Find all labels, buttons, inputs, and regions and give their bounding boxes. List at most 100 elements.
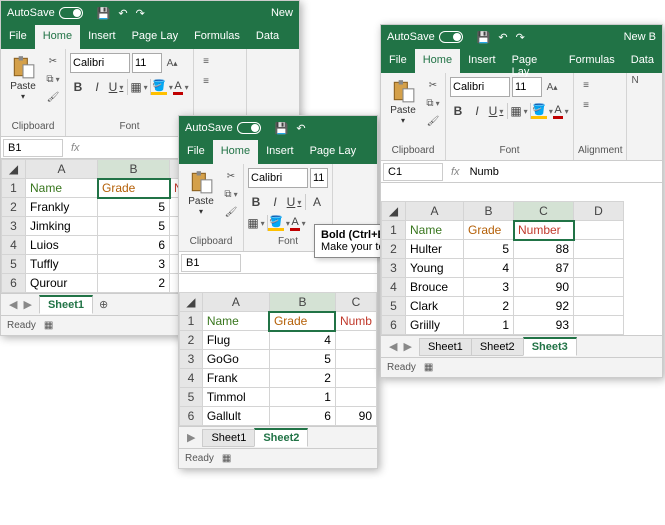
undo-icon[interactable]: ↶	[118, 7, 127, 20]
redo-icon[interactable]: ↷	[136, 7, 145, 20]
tab-file[interactable]: File	[381, 49, 415, 73]
font-size-select[interactable]	[310, 168, 328, 188]
col-header-b[interactable]: B	[464, 202, 514, 221]
prev-sheet-icon[interactable]: ◀	[9, 298, 17, 311]
tab-pagelayout[interactable]: Page Lay	[302, 140, 364, 164]
col-header-a[interactable]: A	[406, 202, 464, 221]
italic-button[interactable]: I	[267, 193, 283, 211]
cell-selected[interactable]: Grade	[269, 312, 335, 331]
fx-icon[interactable]: fx	[65, 142, 86, 154]
border-button[interactable]: ▦	[511, 102, 527, 120]
paste-button[interactable]: Paste▾	[183, 168, 219, 216]
autosave-toggle[interactable]: AutoSave	[387, 31, 463, 43]
next-sheet-icon[interactable]: ▶	[403, 340, 411, 353]
border-button[interactable]: ▦	[248, 214, 264, 232]
fill-color-button[interactable]: 🪣	[271, 214, 287, 232]
save-icon[interactable]: 💾	[275, 122, 289, 135]
underline-button[interactable]: U	[488, 102, 504, 120]
font-size-select[interactable]	[512, 77, 542, 97]
fill-color-button[interactable]: 🪣	[534, 102, 550, 120]
save-icon[interactable]: 💾	[97, 7, 111, 20]
copy-icon[interactable]: ⧉	[223, 186, 239, 202]
paste-button[interactable]: Paste▾	[385, 77, 421, 125]
cell[interactable]: Name	[26, 179, 98, 198]
redo-icon[interactable]: ↷	[516, 31, 525, 44]
col-header-c[interactable]: C	[335, 293, 376, 312]
copy-icon[interactable]: ⧉	[425, 95, 441, 111]
tab-formulas[interactable]: Formulas	[186, 25, 248, 49]
sheet-tab-sheet1[interactable]: Sheet1	[419, 338, 472, 356]
paste-button[interactable]: Paste▾	[5, 53, 41, 101]
font-color-button[interactable]: A	[290, 214, 306, 232]
font-size-select[interactable]	[132, 53, 162, 73]
cut-icon[interactable]: ✂	[425, 77, 441, 93]
bold-button[interactable]: B	[248, 193, 264, 211]
sheet-grid[interactable]: ◢ A B C 1 Name Grade Numb 2Flug4 3GoGo5 …	[179, 292, 377, 426]
sheet-tab-sheet1[interactable]: Sheet1	[202, 429, 255, 447]
autosave-toggle[interactable]: AutoSave	[185, 122, 261, 134]
underline-button[interactable]: U	[108, 78, 124, 96]
col-header-a[interactable]: A	[202, 293, 269, 312]
tab-insert[interactable]: Insert	[258, 140, 302, 164]
row-header[interactable]: 1	[2, 179, 26, 198]
select-all-corner[interactable]: ◢	[180, 293, 203, 312]
fill-color-button[interactable]: 🪣	[154, 78, 170, 96]
format-painter-icon[interactable]: 🖌	[425, 113, 441, 129]
font-name-select[interactable]	[248, 168, 308, 188]
tab-insert[interactable]: Insert	[460, 49, 504, 73]
fx-icon[interactable]: fx	[445, 166, 466, 178]
underline-button[interactable]: U	[286, 193, 302, 211]
align-top-icon[interactable]: ≡	[198, 53, 214, 69]
sheet-tab-sheet1[interactable]: Sheet1	[39, 295, 93, 314]
tab-pagelayout[interactable]: Page Lay	[504, 49, 561, 73]
tab-home[interactable]: Home	[213, 140, 258, 164]
tab-home[interactable]: Home	[415, 49, 460, 73]
formula-input[interactable]: Numb	[466, 164, 662, 180]
align-left-icon[interactable]: ≡	[198, 73, 214, 89]
tab-insert[interactable]: Insert	[80, 25, 124, 49]
cut-icon[interactable]: ✂	[45, 53, 61, 69]
font-grow-icon[interactable]: A	[309, 193, 325, 211]
tab-pagelayout[interactable]: Page Lay	[124, 25, 186, 49]
undo-icon[interactable]: ↶	[498, 31, 507, 44]
tab-formulas[interactable]: Formulas	[561, 49, 623, 73]
autosave-toggle[interactable]: AutoSave	[7, 7, 83, 19]
align-left-icon[interactable]: ≡	[578, 97, 594, 113]
increase-font-icon[interactable]: A▴	[164, 55, 180, 71]
col-header-a[interactable]: A	[26, 160, 98, 179]
tab-data[interactable]: Data	[623, 49, 662, 73]
font-name-select[interactable]	[450, 77, 510, 97]
copy-icon[interactable]: ⧉	[45, 71, 61, 87]
italic-button[interactable]: I	[469, 102, 485, 120]
increase-font-icon[interactable]: A▴	[544, 79, 560, 95]
tab-data[interactable]: Data	[248, 25, 287, 49]
new-sheet-icon[interactable]: ⊕	[93, 298, 114, 311]
format-painter-icon[interactable]: 🖌	[223, 204, 239, 220]
align-top-icon[interactable]: ≡	[578, 77, 594, 93]
record-macro-icon[interactable]: ▦	[424, 362, 433, 373]
bold-button[interactable]: B	[70, 78, 86, 96]
tab-home[interactable]: Home	[35, 25, 80, 49]
cell-selected[interactable]: Grade	[98, 179, 170, 198]
font-color-button[interactable]: A	[173, 78, 189, 96]
col-header-c[interactable]: C	[514, 202, 574, 221]
italic-button[interactable]: I	[89, 78, 105, 96]
select-all-corner[interactable]: ◢	[382, 202, 406, 221]
name-box[interactable]: C1	[383, 163, 443, 181]
tab-file[interactable]: File	[1, 25, 35, 49]
sheet-grid[interactable]: ◢ A B C D 1 Name Grade Number 2Hulter588…	[381, 201, 662, 335]
undo-icon[interactable]: ↶	[296, 122, 305, 135]
sheet-tab-sheet2[interactable]: Sheet2	[254, 428, 308, 447]
record-macro-icon[interactable]: ▦	[44, 320, 53, 331]
next-sheet-icon[interactable]: ▶	[23, 298, 31, 311]
bold-button[interactable]: B	[450, 102, 466, 120]
sheet-tab-sheet3[interactable]: Sheet3	[523, 337, 577, 356]
col-header-d[interactable]: D	[574, 202, 624, 221]
font-color-button[interactable]: A	[553, 102, 569, 120]
sheet-tab-sheet2[interactable]: Sheet2	[471, 338, 524, 356]
tab-file[interactable]: File	[179, 140, 213, 164]
save-icon[interactable]: 💾	[477, 31, 491, 44]
font-name-select[interactable]	[70, 53, 130, 73]
select-all-corner[interactable]: ◢	[2, 160, 26, 179]
format-painter-icon[interactable]: 🖌	[45, 89, 61, 105]
